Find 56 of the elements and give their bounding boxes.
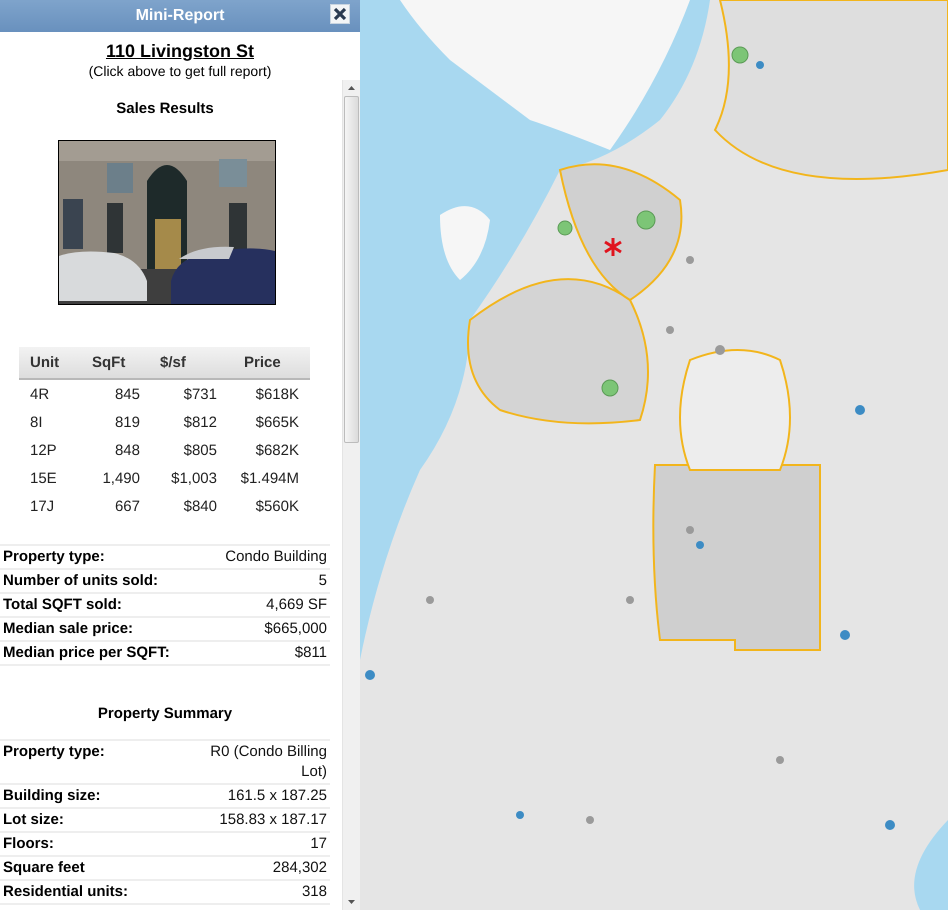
detail-label: Residential units: xyxy=(3,882,128,902)
table-cell-text: $1.494M xyxy=(240,470,299,486)
table-cell-text: $618K xyxy=(254,386,299,402)
table-cell-text: 17J xyxy=(29,498,56,514)
table-cell-text: $731 xyxy=(182,386,217,402)
table-cell-text: 4R xyxy=(29,386,50,402)
panel-title: Mini-Report xyxy=(136,7,224,25)
detail-label: Property type: xyxy=(3,547,105,567)
detail-label: Floors: xyxy=(3,834,54,854)
detail-label: Property type: xyxy=(3,742,105,762)
detail-value: 284,302 xyxy=(272,858,327,878)
detail-value: 161.5 x 187.25 xyxy=(228,786,327,806)
table-cell-text: 8I xyxy=(29,414,44,430)
detail-label: Building size: xyxy=(3,786,100,806)
table-cell-text: 1,490 xyxy=(101,470,140,486)
scrollbar[interactable] xyxy=(342,80,360,910)
table-cell-text: $812 xyxy=(182,414,217,430)
detail-value: 158.83 x 187.17 xyxy=(219,810,327,830)
detail-label: Median price per SQFT: xyxy=(3,643,170,663)
detail-value: Condo Building xyxy=(225,547,327,567)
detail-value: 5 xyxy=(318,571,327,591)
table-cell-text: 845 xyxy=(114,386,140,402)
detail-value: 4,669 SF xyxy=(266,595,327,615)
detail-value: $811 xyxy=(294,643,327,663)
detail-label: Lot size: xyxy=(3,810,64,830)
close-icon[interactable] xyxy=(330,4,350,24)
detail-label: Total SQFT sold: xyxy=(3,595,122,615)
column-header: Unit xyxy=(29,354,60,371)
table-cell-text: 848 xyxy=(114,442,140,458)
table-cell-text: $560K xyxy=(254,498,299,514)
table-cell-text: 819 xyxy=(114,414,140,430)
table-cell-text: $682K xyxy=(254,442,299,458)
table-cell-text: 12P xyxy=(29,442,58,458)
column-header: SqFt xyxy=(91,354,126,371)
section-heading: Sales Results xyxy=(115,99,215,119)
column-header: Price xyxy=(243,354,282,371)
section-heading: Property Summary xyxy=(96,704,234,724)
scroll-up-icon[interactable] xyxy=(348,86,356,90)
scroll-down-icon[interactable] xyxy=(348,900,356,904)
table-cell-text: $840 xyxy=(182,498,217,514)
detail-value: R0 (Condo Billing Lot) xyxy=(209,742,327,782)
table-cell-text: $805 xyxy=(182,442,217,458)
detail-value: $665,000 xyxy=(264,619,327,639)
scroll-thumb[interactable] xyxy=(344,96,360,443)
table-cell-text: $1,003 xyxy=(170,470,217,486)
table-cell-text: 15E xyxy=(29,470,58,486)
table-cell-text: 667 xyxy=(114,498,140,514)
address-link[interactable]: 110 Livingston St xyxy=(106,40,254,62)
detail-value: 318 xyxy=(302,882,327,902)
detail-value: 17 xyxy=(310,834,327,854)
detail-label: Square feet xyxy=(3,858,85,878)
detail-label: Median sale price: xyxy=(3,619,134,639)
table-cell-text: $665K xyxy=(254,414,299,430)
column-header: $/sf xyxy=(159,354,187,371)
report-hint: (Click above to get full report) xyxy=(88,62,272,80)
detail-label: Number of units sold: xyxy=(3,571,158,591)
